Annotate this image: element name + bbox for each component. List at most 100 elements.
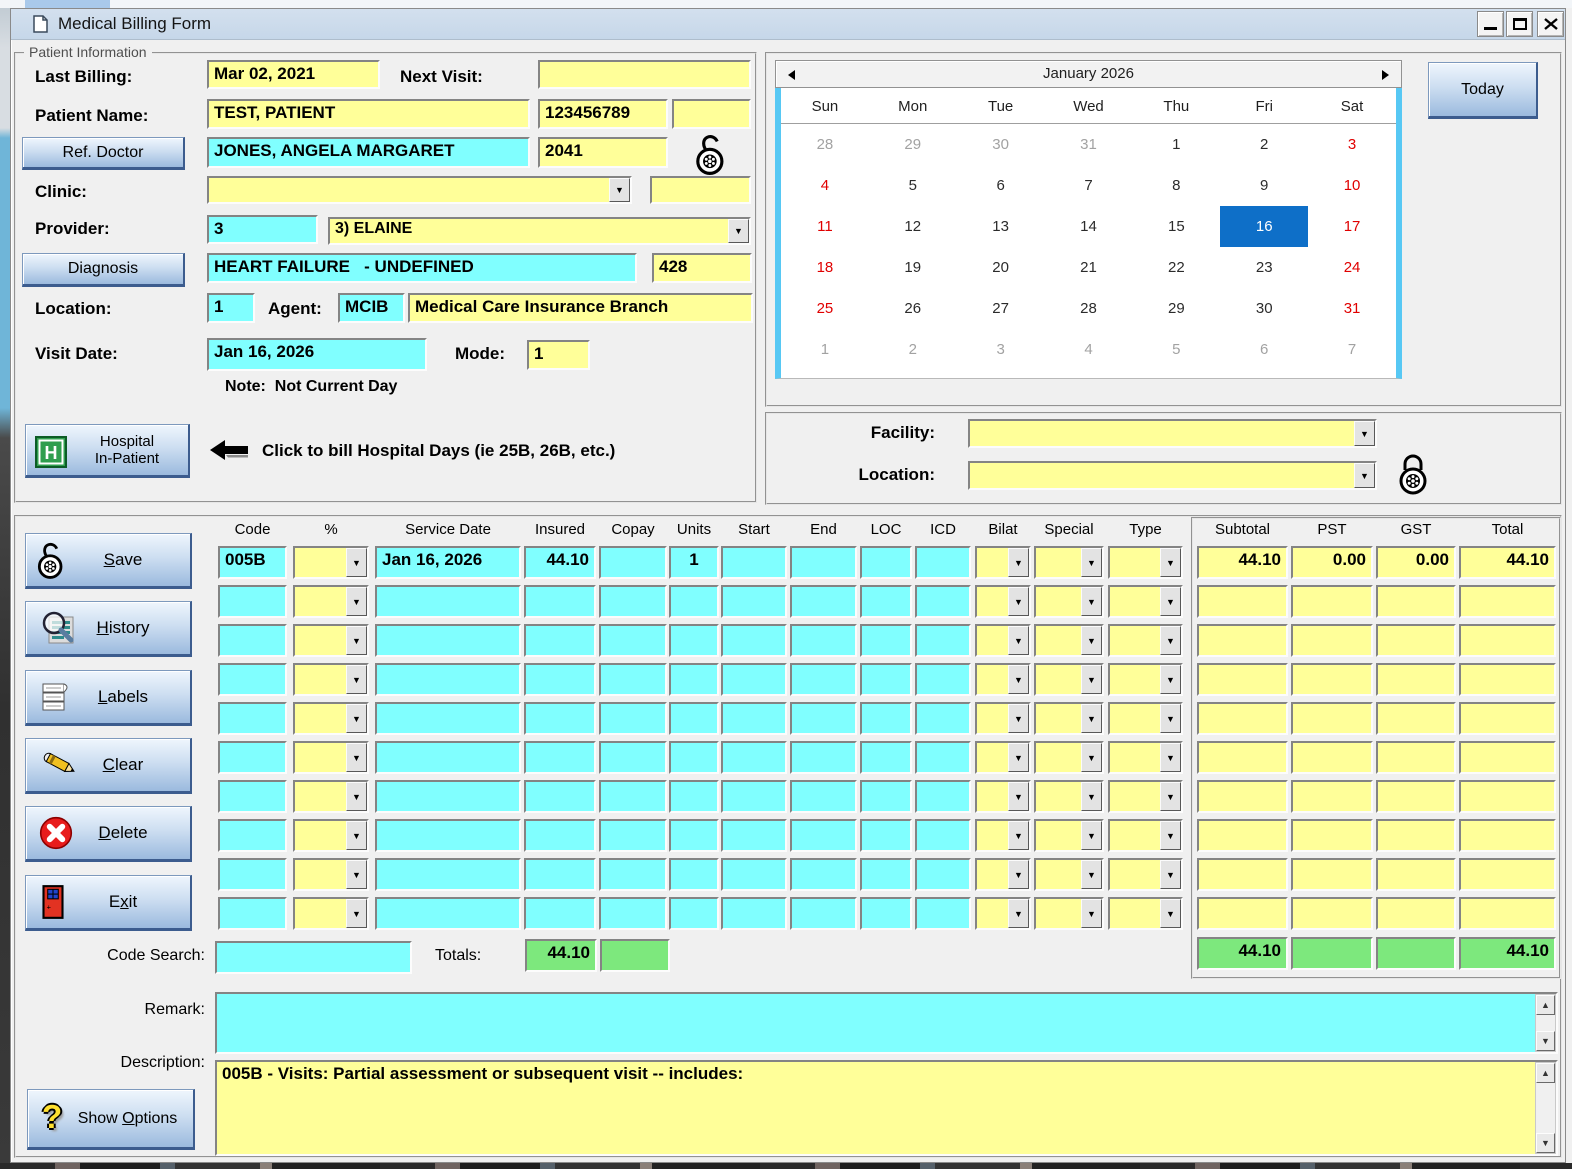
grid-combo-bilat[interactable]: ▼ xyxy=(975,741,1031,774)
grid-combo-special[interactable]: ▼ xyxy=(1034,819,1104,852)
grid-cell-gst[interactable] xyxy=(1376,585,1456,618)
grid-combo-type-arrow-icon[interactable]: ▼ xyxy=(1160,626,1181,655)
grid-cell-copay[interactable] xyxy=(599,546,667,579)
grid-cell-code[interactable] xyxy=(218,663,287,696)
grid-combo-pct[interactable]: ▼ xyxy=(293,897,369,930)
grid-combo-type[interactable]: ▼ xyxy=(1108,624,1183,657)
calendar-day[interactable]: 23 xyxy=(1220,247,1308,288)
last-billing-field[interactable]: Mar 02, 2021 xyxy=(207,60,380,89)
grid-cell-units[interactable] xyxy=(669,819,719,852)
grid-cell-total[interactable] xyxy=(1459,819,1556,852)
calendar-day[interactable]: 31 xyxy=(1045,124,1133,165)
grid-cell-pst[interactable] xyxy=(1291,624,1373,657)
code-search-input[interactable] xyxy=(215,941,412,974)
grid-cell-insured[interactable] xyxy=(524,585,596,618)
grid-combo-special-arrow-icon[interactable]: ▼ xyxy=(1081,821,1102,850)
grid-combo-bilat-arrow-icon[interactable]: ▼ xyxy=(1008,665,1029,694)
grid-combo-bilat-arrow-icon[interactable]: ▼ xyxy=(1008,743,1029,772)
calendar-day[interactable]: 22 xyxy=(1132,247,1220,288)
calendar-day[interactable]: 4 xyxy=(1045,329,1133,370)
grid-combo-type[interactable]: ▼ xyxy=(1108,858,1183,891)
grid-combo-bilat-arrow-icon[interactable]: ▼ xyxy=(1008,899,1029,928)
calendar-day[interactable]: 12 xyxy=(869,206,957,247)
grid-cell-copay[interactable] xyxy=(599,780,667,813)
calendar-day[interactable]: 14 xyxy=(1045,206,1133,247)
labels-button[interactable]: Labels xyxy=(25,670,192,726)
save-button[interactable]: Save xyxy=(25,533,192,589)
calendar-day[interactable]: 20 xyxy=(957,247,1045,288)
grid-cell-service_date[interactable] xyxy=(375,624,521,657)
grid-cell-copay[interactable] xyxy=(599,858,667,891)
grid-cell-subtotal[interactable] xyxy=(1197,624,1288,657)
calendar-day[interactable]: 6 xyxy=(1220,329,1308,370)
grid-cell-code[interactable] xyxy=(218,624,287,657)
grid-cell-icd[interactable] xyxy=(915,663,971,696)
grid-combo-type-arrow-icon[interactable]: ▼ xyxy=(1160,821,1181,850)
grid-cell-loc[interactable] xyxy=(860,858,912,891)
grid-cell-gst[interactable] xyxy=(1376,741,1456,774)
grid-cell-units[interactable]: 1 xyxy=(669,546,719,579)
grid-combo-type[interactable]: ▼ xyxy=(1108,897,1183,930)
remark-scrollbar[interactable]: ▲ ▼ xyxy=(1535,994,1556,1052)
grid-cell-subtotal[interactable] xyxy=(1197,897,1288,930)
grid-cell-start[interactable] xyxy=(721,624,787,657)
grid-combo-type-arrow-icon[interactable]: ▼ xyxy=(1160,860,1181,889)
grid-combo-special[interactable]: ▼ xyxy=(1034,858,1104,891)
grid-cell-insured[interactable] xyxy=(524,663,596,696)
calendar-day[interactable]: 7 xyxy=(1045,165,1133,206)
grid-cell-subtotal[interactable] xyxy=(1197,819,1288,852)
grid-combo-pct[interactable]: ▼ xyxy=(293,585,369,618)
grid-cell-code[interactable] xyxy=(218,741,287,774)
grid-cell-insured[interactable] xyxy=(524,702,596,735)
grid-cell-copay[interactable] xyxy=(599,702,667,735)
grid-combo-type[interactable]: ▼ xyxy=(1108,546,1183,579)
grid-combo-type-arrow-icon[interactable]: ▼ xyxy=(1160,743,1181,772)
facility-dropdown-arrow-icon[interactable]: ▼ xyxy=(1354,421,1375,446)
grid-cell-start[interactable] xyxy=(721,546,787,579)
grid-cell-code[interactable] xyxy=(218,780,287,813)
exit-button[interactable]: + Exit xyxy=(25,875,192,931)
calendar-day[interactable]: 25 xyxy=(781,288,869,329)
grid-cell-gst[interactable] xyxy=(1376,819,1456,852)
grid-combo-special-arrow-icon[interactable]: ▼ xyxy=(1081,782,1102,811)
grid-cell-copay[interactable] xyxy=(599,741,667,774)
grid-cell-end[interactable] xyxy=(790,702,857,735)
history-button[interactable]: History xyxy=(25,601,192,657)
grid-cell-insured[interactable] xyxy=(524,780,596,813)
calendar-day[interactable]: 5 xyxy=(869,165,957,206)
facility-location-dropdown-arrow-icon[interactable]: ▼ xyxy=(1354,463,1375,488)
calendar-day[interactable]: 1 xyxy=(1132,124,1220,165)
calendar-day[interactable]: 13 xyxy=(957,206,1045,247)
grid-cell-pst[interactable] xyxy=(1291,663,1373,696)
calendar-day[interactable]: 2 xyxy=(1220,124,1308,165)
grid-cell-pst[interactable] xyxy=(1291,585,1373,618)
grid-combo-special[interactable]: ▼ xyxy=(1034,702,1104,735)
grid-combo-pct[interactable]: ▼ xyxy=(293,702,369,735)
grid-cell-total[interactable] xyxy=(1459,624,1556,657)
clinic-dropdown-arrow-icon[interactable]: ▼ xyxy=(609,178,630,202)
grid-cell-subtotal[interactable] xyxy=(1197,585,1288,618)
grid-cell-gst[interactable]: 0.00 xyxy=(1376,546,1456,579)
grid-cell-insured[interactable] xyxy=(524,741,596,774)
grid-combo-pct-arrow-icon[interactable]: ▼ xyxy=(346,821,367,850)
grid-combo-bilat-arrow-icon[interactable]: ▼ xyxy=(1008,626,1029,655)
grid-cell-start[interactable] xyxy=(721,702,787,735)
grid-cell-units[interactable] xyxy=(669,624,719,657)
provider-code-field[interactable]: 3 xyxy=(207,215,318,244)
facility-location-dropdown[interactable]: ▼ xyxy=(968,461,1377,490)
grid-cell-insured[interactable] xyxy=(524,624,596,657)
grid-combo-bilat-arrow-icon[interactable]: ▼ xyxy=(1008,587,1029,616)
calendar-day[interactable]: 2 xyxy=(869,329,957,370)
grid-combo-bilat[interactable]: ▼ xyxy=(975,663,1031,696)
grid-cell-code[interactable] xyxy=(218,858,287,891)
grid-cell-loc[interactable] xyxy=(860,819,912,852)
grid-cell-service_date[interactable] xyxy=(375,702,521,735)
grid-cell-service_date[interactable] xyxy=(375,897,521,930)
calendar-day-selected[interactable]: 16 xyxy=(1220,206,1309,247)
grid-cell-subtotal[interactable] xyxy=(1197,702,1288,735)
calendar-day[interactable]: 21 xyxy=(1045,247,1133,288)
grid-combo-special[interactable]: ▼ xyxy=(1034,663,1104,696)
grid-cell-gst[interactable] xyxy=(1376,780,1456,813)
calendar-day[interactable]: 28 xyxy=(1045,288,1133,329)
grid-combo-type[interactable]: ▼ xyxy=(1108,585,1183,618)
